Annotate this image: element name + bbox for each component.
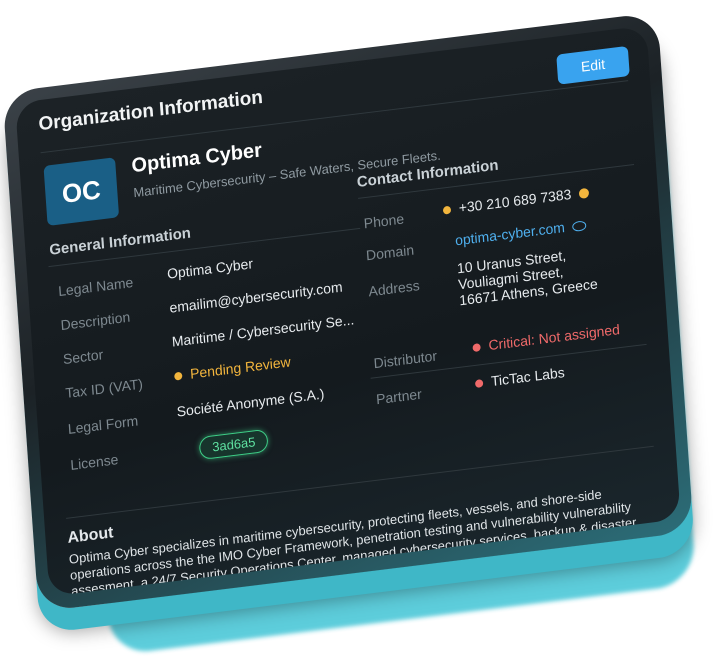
license-label: License	[69, 451, 119, 473]
partner-dot-icon	[474, 379, 484, 389]
sector-label: Sector	[62, 346, 104, 368]
phone-status-dot-icon	[442, 205, 452, 215]
legal-name-value: Optima Cyber	[166, 255, 254, 282]
phone-label: Phone	[363, 210, 405, 232]
tablet-frame: Organization Information Edit OC Optima …	[2, 12, 694, 612]
distributor-value: Critical: Not assigned	[487, 321, 621, 354]
tax-id-status: Pending Review	[174, 353, 291, 383]
domain-link[interactable]: optima-cyber.com	[455, 219, 566, 248]
general-info-heading: General Information	[48, 224, 192, 259]
partner-row: TicTac Labs	[474, 364, 566, 391]
edit-button[interactable]: Edit	[556, 45, 630, 85]
phone-row: +30 210 689 7383	[442, 184, 590, 218]
license-badge: 3ad6a5	[198, 428, 270, 461]
device-mockup: Organization Information Edit OC Optima …	[0, 0, 720, 656]
address-label: Address	[368, 277, 421, 300]
about-heading: About	[66, 524, 114, 547]
tax-id-label: Tax ID (VAT)	[64, 375, 144, 402]
legal-form-label: Legal Form	[67, 412, 139, 438]
description-value: emailim@cybersecurity.com	[168, 278, 343, 316]
phone-value: +30 210 689 7383	[458, 185, 572, 216]
clock-icon	[578, 188, 590, 200]
domain-label: Domain	[365, 241, 415, 264]
eye-icon[interactable]	[572, 220, 588, 233]
legal-name-label: Legal Name	[57, 273, 134, 300]
distributor-label: Distributor	[373, 347, 438, 372]
partner-label: Partner	[375, 385, 423, 408]
critical-dot-icon	[472, 343, 481, 353]
legal-form-value: Société Anonyme (S.A.)	[176, 385, 325, 420]
tax-id-value: Pending Review	[189, 353, 292, 382]
description-label: Description	[60, 308, 131, 334]
org-logo: OC	[43, 157, 120, 226]
partner-value: TicTac Labs	[490, 364, 566, 390]
tablet-screen: Organization Information Edit OC Optima …	[15, 25, 681, 597]
warning-dot-icon	[174, 371, 183, 381]
sector-value: Maritime / Cybersecurity Se...	[171, 311, 355, 350]
domain-row: optima-cyber.com	[455, 216, 588, 248]
